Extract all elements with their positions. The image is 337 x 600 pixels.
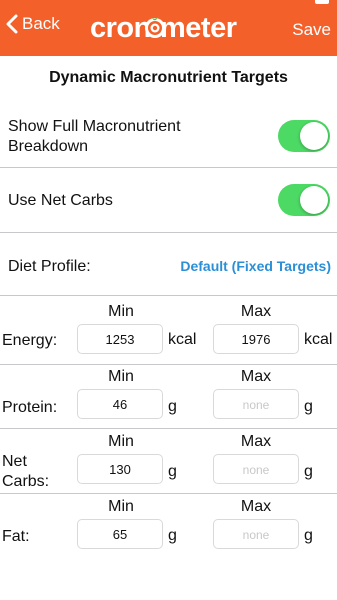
energy-min-input[interactable]: 1253 (77, 324, 163, 354)
full-breakdown-label-line2: Breakdown (8, 138, 89, 155)
logo-text-left: cron (90, 12, 151, 44)
divider (0, 295, 337, 296)
protein-label: Protein: (2, 399, 58, 416)
nav-bar: Back cron meter Save (0, 0, 337, 56)
back-button[interactable]: Back (6, 14, 60, 34)
min-column-header: Min (108, 498, 134, 515)
protein-min-unit: g (168, 398, 177, 415)
full-breakdown-label: Show Full Macronutrient Breakdown (8, 117, 181, 157)
fat-min-input[interactable]: 65 (77, 519, 163, 549)
min-column-header: Min (108, 303, 134, 320)
net-carbs-min-unit: g (168, 463, 177, 480)
energy-min-unit: kcal (168, 331, 197, 348)
fat-max-unit: g (304, 527, 313, 544)
page-title: Dynamic Macronutrient Targets (49, 69, 288, 86)
divider (0, 493, 337, 494)
toggle-knob (300, 122, 328, 150)
divider (0, 232, 337, 233)
diet-profile-label: Diet Profile: (8, 258, 91, 275)
max-column-header: Max (240, 303, 272, 320)
min-column-header: Min (108, 368, 134, 385)
protein-min-input[interactable]: 46 (77, 389, 163, 419)
fat-label: Fat: (2, 528, 30, 545)
net-carbs-max-unit: g (304, 463, 313, 480)
net-carbs-nutrient-label: Net Carbs: (2, 452, 49, 492)
energy-max-input[interactable]: 1976 (213, 324, 299, 354)
status-indicator (315, 0, 329, 4)
logo-text-right: meter (160, 12, 237, 44)
net-carbs-label: Use Net Carbs (8, 192, 113, 209)
energy-max-unit: kcal (304, 331, 333, 348)
fat-min-unit: g (168, 527, 177, 544)
min-column-header: Min (108, 433, 134, 450)
max-column-header: Max (240, 433, 272, 450)
divider (0, 167, 337, 168)
net-carbs-label-line1: Net (2, 453, 27, 470)
net-carbs-label-line2: Carbs: (2, 473, 50, 490)
protein-max-input[interactable]: none (213, 389, 299, 419)
net-carbs-max-input[interactable]: none (213, 454, 299, 484)
back-label: Back (22, 14, 60, 33)
fat-max-input[interactable]: none (213, 519, 299, 549)
divider (0, 428, 337, 429)
diet-profile-selector[interactable]: Default (Fixed Targets) (180, 258, 331, 274)
chevron-left-icon (6, 14, 18, 34)
full-breakdown-toggle[interactable] (278, 120, 330, 152)
divider (0, 364, 337, 365)
full-breakdown-label-line1: Show Full Macronutrient (8, 118, 181, 135)
net-carbs-min-input[interactable]: 130 (77, 454, 163, 484)
app-logo: cron meter (90, 8, 250, 48)
max-column-header: Max (240, 498, 272, 515)
energy-label: Energy: (2, 332, 58, 349)
toggle-knob (300, 186, 328, 214)
protein-max-unit: g (304, 398, 313, 415)
max-column-header: Max (240, 368, 272, 385)
save-button[interactable]: Save (292, 20, 331, 40)
net-carbs-toggle[interactable] (278, 184, 330, 216)
